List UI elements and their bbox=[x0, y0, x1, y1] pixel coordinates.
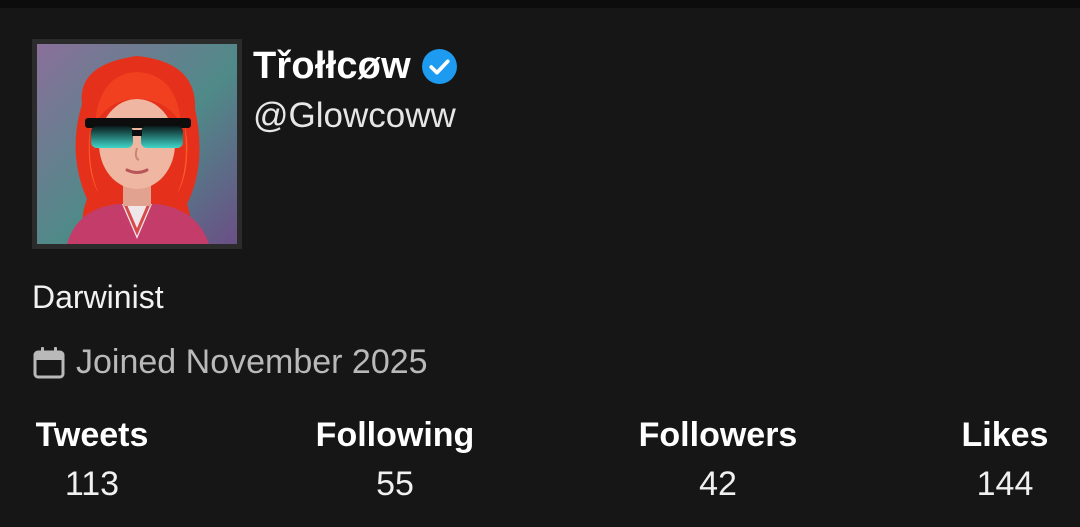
stat-value: 55 bbox=[376, 465, 414, 503]
avatar-illustration bbox=[37, 44, 237, 244]
stat-followers[interactable]: Followers 42 bbox=[637, 416, 799, 504]
joined-date-row: Joined November 2025 bbox=[32, 343, 428, 382]
stat-label: Following bbox=[315, 416, 475, 454]
avatar[interactable] bbox=[32, 39, 242, 249]
username-handle: @Glowcoww bbox=[253, 96, 456, 135]
stat-label: Tweets bbox=[35, 416, 149, 454]
display-name-row: Třołłcøw bbox=[253, 40, 458, 92]
calendar-icon bbox=[33, 346, 65, 378]
profile-bio: Darwinist bbox=[32, 279, 164, 315]
display-name: Třołłcøw bbox=[253, 44, 411, 87]
joined-date-text: Joined November 2025 bbox=[76, 343, 428, 381]
stat-label: Followers bbox=[638, 416, 798, 454]
verified-badge-icon[interactable] bbox=[421, 48, 458, 85]
stat-following[interactable]: Following 55 bbox=[315, 416, 475, 504]
stat-value: 144 bbox=[976, 465, 1034, 503]
stat-tweets[interactable]: Tweets 113 bbox=[32, 416, 152, 504]
top-divider bbox=[0, 0, 1080, 8]
stat-value: 113 bbox=[64, 465, 120, 503]
stat-likes[interactable]: Likes 144 bbox=[960, 416, 1050, 504]
stat-label: Likes bbox=[961, 416, 1049, 454]
stat-value: 42 bbox=[699, 465, 737, 503]
